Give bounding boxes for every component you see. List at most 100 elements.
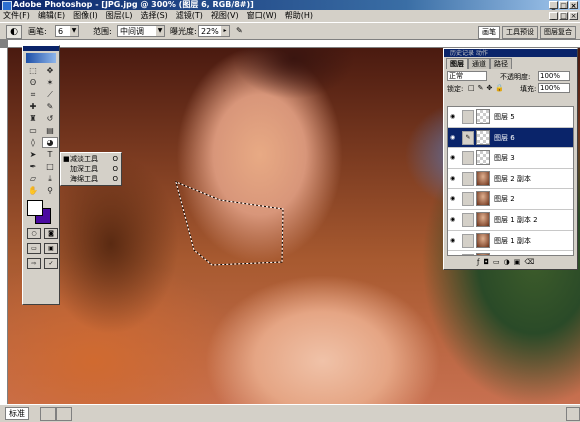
layer-set-icon[interactable]: ▭ bbox=[493, 258, 500, 266]
type-tool-icon[interactable]: T bbox=[42, 149, 58, 160]
link-icon[interactable] bbox=[462, 233, 474, 248]
standard-mode-icon[interactable]: ○ bbox=[27, 228, 41, 239]
dodge-tool-icon[interactable]: ◕ bbox=[42, 137, 58, 148]
exposure-input[interactable]: 22% ▸ bbox=[198, 25, 230, 37]
eyedropper-tool-icon[interactable]: ⤓ bbox=[42, 173, 58, 184]
close-button[interactable]: × bbox=[569, 1, 578, 10]
path-selection-tool-icon[interactable]: ➤ bbox=[25, 149, 41, 160]
eye-icon[interactable]: ◉ bbox=[450, 195, 457, 202]
layer-row[interactable]: ◉图层 1 bbox=[448, 251, 573, 255]
hand-tool-icon[interactable]: ✋ bbox=[25, 185, 41, 196]
collapsed-tabs[interactable]: 历史记录 动作 bbox=[450, 48, 488, 57]
menu-image[interactable]: 图像(I) bbox=[73, 10, 98, 22]
opacity-input[interactable]: 100% bbox=[538, 71, 570, 81]
move-tool-icon[interactable]: ✥ bbox=[42, 65, 58, 76]
notes-tool-icon[interactable]: ▱ bbox=[25, 173, 41, 184]
doc-minimize-button[interactable]: _ bbox=[549, 12, 558, 20]
brush-picker[interactable]: 6 ▼ bbox=[55, 25, 79, 37]
link-icon[interactable] bbox=[462, 151, 474, 166]
clone-stamp-tool-icon[interactable]: ♜ bbox=[25, 113, 41, 124]
zoom-tool-icon[interactable]: ⚲ bbox=[42, 185, 58, 196]
tab-channels[interactable]: 通道 bbox=[468, 58, 490, 69]
tab-layers[interactable]: 图层 bbox=[446, 58, 468, 69]
crop-tool-icon[interactable]: ⌗ bbox=[25, 89, 41, 100]
magic-wand-tool-icon[interactable]: ✶ bbox=[42, 77, 58, 88]
gradient-tool-icon[interactable]: ▤ bbox=[42, 125, 58, 136]
toolbox-header[interactable] bbox=[23, 46, 59, 51]
doc-maximize-button[interactable]: □ bbox=[559, 12, 568, 20]
layer-row[interactable]: ◉ 图层 2 bbox=[448, 189, 573, 210]
well-tab-tool-presets[interactable]: 工具预设 bbox=[502, 26, 538, 39]
range-select[interactable]: 中间调 ▼ bbox=[117, 25, 165, 37]
link-icon[interactable] bbox=[462, 212, 474, 227]
ruler-vertical[interactable] bbox=[0, 48, 8, 404]
link-icon[interactable] bbox=[462, 171, 474, 186]
eye-icon[interactable]: ◉ bbox=[450, 134, 457, 141]
tab-paths[interactable]: 路径 bbox=[490, 58, 512, 69]
resize-grip[interactable] bbox=[566, 407, 580, 421]
palette-title-strip[interactable]: 历史记录 动作 bbox=[444, 49, 577, 57]
menu-help[interactable]: 帮助(H) bbox=[285, 10, 313, 22]
link-icon[interactable] bbox=[462, 192, 474, 207]
link-icon[interactable] bbox=[462, 110, 474, 124]
screen-mode-full-icon[interactable]: ▣ bbox=[44, 243, 58, 254]
shape-tool-icon[interactable]: □ bbox=[42, 161, 58, 172]
healing-brush-tool-icon[interactable]: ✚ bbox=[25, 101, 41, 112]
eye-icon[interactable]: ◉ bbox=[450, 154, 457, 161]
menu-filter[interactable]: 滤镜(T) bbox=[176, 10, 203, 22]
well-tab-layer-comps[interactable]: 图层复合 bbox=[540, 26, 576, 39]
eye-icon[interactable]: ◉ bbox=[450, 175, 457, 182]
marquee-tool-icon[interactable]: ⬚ bbox=[25, 65, 41, 76]
layer-row[interactable]: ◉ 图层 3 bbox=[448, 148, 573, 169]
maximize-button[interactable]: □ bbox=[559, 1, 568, 10]
scroll-left-button[interactable] bbox=[40, 407, 56, 421]
new-layer-icon[interactable]: ▣ bbox=[514, 258, 521, 266]
menu-window[interactable]: 窗口(W) bbox=[247, 10, 277, 22]
flyout-item-burn[interactable]: 加深工具 O bbox=[61, 164, 121, 174]
pen-tool-icon[interactable]: ✒ bbox=[25, 161, 41, 172]
lasso-tool-icon[interactable]: ʘ bbox=[25, 77, 41, 88]
airbrush-icon[interactable]: ✎ bbox=[236, 26, 243, 35]
eye-icon[interactable]: ◉ bbox=[450, 216, 457, 223]
well-tab-brushes[interactable]: 画笔 bbox=[478, 26, 500, 39]
flyout-item-dodge[interactable]: ■ 减淡工具 O bbox=[61, 154, 121, 164]
fill-input[interactable]: 100% bbox=[538, 83, 570, 93]
photoshop-logo[interactable] bbox=[26, 53, 56, 63]
screen-mode-standard-icon[interactable]: ▭ bbox=[27, 243, 41, 254]
brush-tool-icon[interactable]: ✎ bbox=[42, 101, 58, 112]
checkmark-icon[interactable]: ✓ bbox=[44, 258, 58, 269]
layer-style-icon[interactable]: ƒ bbox=[477, 258, 479, 266]
slice-tool-icon[interactable]: ⟋ bbox=[42, 89, 58, 100]
menu-view[interactable]: 视图(V) bbox=[211, 10, 239, 22]
layer-mask-icon[interactable]: ◘ bbox=[483, 258, 489, 266]
tool-preset-picker[interactable]: ◐ bbox=[6, 25, 22, 39]
scroll-right-button[interactable] bbox=[56, 407, 72, 421]
layer-row[interactable]: ◉ ✎ 图层 6 bbox=[448, 127, 573, 149]
eye-icon[interactable]: ◉ bbox=[450, 237, 457, 244]
layer-row[interactable]: ◉ 图层 2 副本 bbox=[448, 168, 573, 190]
layer-row[interactable]: ◉ 图层 1 副本 bbox=[448, 230, 573, 252]
layer-row[interactable]: ◉ 图层 5 bbox=[448, 107, 573, 128]
eraser-tool-icon[interactable]: ▭ bbox=[25, 125, 41, 136]
ruler-horizontal[interactable] bbox=[8, 40, 580, 48]
foreground-color-swatch[interactable] bbox=[27, 200, 43, 216]
blur-tool-icon[interactable]: ◊ bbox=[25, 137, 41, 148]
eye-icon[interactable]: ◉ bbox=[450, 113, 457, 120]
minimize-button[interactable]: _ bbox=[549, 1, 558, 10]
blend-mode-select[interactable]: 正常 bbox=[447, 71, 487, 81]
jump-to-imageready-icon[interactable]: ⇨ bbox=[27, 258, 41, 269]
layer-row[interactable]: ◉ 图层 1 副本 2 bbox=[448, 209, 573, 231]
paintbrush-icon[interactable]: ✎ bbox=[462, 130, 474, 145]
link-icon[interactable] bbox=[462, 254, 474, 255]
menu-select[interactable]: 选择(S) bbox=[140, 10, 167, 22]
lock-icons[interactable]: □✎✥🔒 bbox=[468, 84, 507, 92]
trash-icon[interactable]: ⌫ bbox=[524, 258, 534, 266]
flyout-item-sponge[interactable]: 海绵工具 O bbox=[61, 174, 121, 184]
menu-file[interactable]: 文件(F) bbox=[3, 10, 30, 22]
menu-layer[interactable]: 图层(L) bbox=[106, 10, 133, 22]
menu-edit[interactable]: 编辑(E) bbox=[38, 10, 65, 22]
adjustment-layer-icon[interactable]: ◑ bbox=[504, 258, 510, 266]
quick-mask-mode-icon[interactable]: ◙ bbox=[44, 228, 58, 239]
history-brush-tool-icon[interactable]: ↺ bbox=[42, 113, 58, 124]
doc-close-button[interactable]: × bbox=[569, 12, 578, 20]
